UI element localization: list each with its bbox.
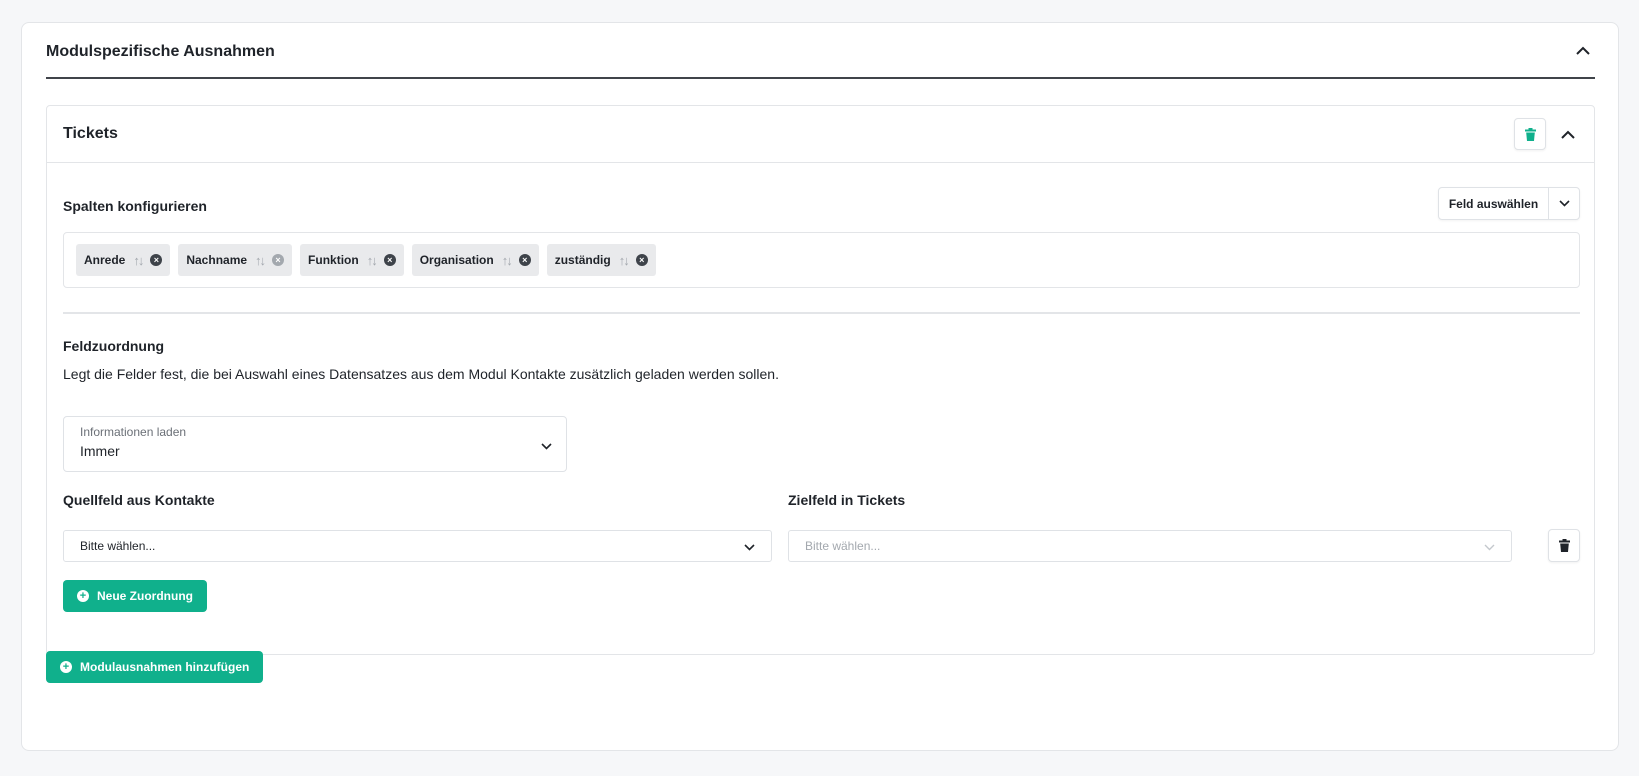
- remove-icon[interactable]: ×: [150, 254, 163, 266]
- column-chip[interactable]: zuständig ↑↓ ×: [546, 244, 656, 276]
- chevron-down-icon: [1484, 540, 1495, 554]
- target-field-placeholder: Bitte wählen...: [805, 539, 881, 553]
- remove-icon[interactable]: ×: [272, 254, 285, 266]
- add-module-exception-button[interactable]: + Modulausnahmen hinzufügen: [46, 651, 264, 683]
- column-chip[interactable]: Organisation ↑↓ ×: [411, 244, 539, 276]
- source-field-label: Quellfeld aus Kontakte: [63, 492, 215, 508]
- chevron-up-icon[interactable]: [1556, 122, 1580, 146]
- chip-label: zuständig: [554, 253, 611, 267]
- sort-icon[interactable]: ↑↓: [133, 253, 144, 268]
- section-header[interactable]: Modulspezifische Ausnahmen: [46, 23, 1595, 79]
- sort-icon[interactable]: ↑↓: [367, 253, 378, 268]
- section-title: Modulspezifische Ausnahmen: [46, 43, 275, 60]
- remove-icon[interactable]: ×: [518, 254, 531, 266]
- select-field-label[interactable]: Feld auswählen: [1439, 188, 1549, 219]
- chip-label: Anrede: [84, 253, 126, 267]
- load-info-value: Immer: [80, 443, 120, 459]
- trash-icon: [1524, 127, 1536, 141]
- source-field-select[interactable]: Bitte wählen...: [63, 530, 772, 562]
- new-mapping-label: Neue Zuordnung: [97, 589, 193, 603]
- add-module-exception-label: Modulausnahmen hinzufügen: [80, 660, 250, 674]
- mapping-description: Legt die Felder fest, die bei Auswahl ei…: [63, 366, 779, 382]
- delete-mapping-button[interactable]: [1548, 529, 1580, 562]
- column-chip[interactable]: Funktion ↑↓ ×: [300, 244, 404, 276]
- chevron-down-icon: [541, 437, 552, 455]
- plus-circle-icon: +: [60, 661, 72, 673]
- mapping-heading: Feldzuordnung: [63, 338, 165, 354]
- chevron-down-icon[interactable]: [1549, 188, 1579, 219]
- chevron-up-icon[interactable]: [1571, 38, 1595, 62]
- load-info-label: Informationen laden: [80, 425, 187, 439]
- module-card-tickets: Tickets Spalten konfigurieren Feld auswä…: [46, 105, 1595, 655]
- plus-circle-icon: +: [77, 590, 89, 602]
- remove-icon[interactable]: ×: [383, 254, 396, 266]
- column-chip[interactable]: Anrede ↑↓ ×: [76, 244, 171, 276]
- columns-label: Spalten konfigurieren: [63, 198, 207, 214]
- load-info-select[interactable]: Informationen laden Immer: [63, 416, 567, 472]
- new-mapping-button[interactable]: + Neue Zuordnung: [63, 580, 207, 612]
- card-title: Tickets: [63, 125, 118, 142]
- sort-icon[interactable]: ↑↓: [619, 253, 630, 268]
- chip-label: Nachname: [186, 253, 248, 267]
- source-field-placeholder: Bitte wählen...: [80, 539, 156, 553]
- sort-icon[interactable]: ↑↓: [255, 253, 266, 268]
- columns-chip-list: Anrede ↑↓ × Nachname ↑↓ × Funktion ↑↓ × …: [63, 232, 1580, 288]
- chip-label: Organisation: [419, 253, 494, 267]
- divider: [63, 312, 1580, 314]
- target-field-select[interactable]: Bitte wählen...: [788, 530, 1512, 562]
- column-chip[interactable]: Nachname ↑↓ ×: [178, 244, 293, 276]
- chevron-down-icon: [744, 540, 755, 554]
- delete-module-button[interactable]: [1514, 118, 1546, 150]
- card-header: Tickets: [47, 106, 1594, 163]
- exceptions-panel: Modulspezifische Ausnahmen Tickets Spalt…: [21, 22, 1619, 751]
- chip-label: Funktion: [308, 253, 359, 267]
- sort-icon[interactable]: ↑↓: [502, 253, 513, 268]
- target-field-label: Zielfeld in Tickets: [788, 492, 906, 508]
- trash-icon: [1558, 539, 1570, 552]
- remove-icon[interactable]: ×: [635, 254, 648, 266]
- select-field-button[interactable]: Feld auswählen: [1438, 187, 1580, 220]
